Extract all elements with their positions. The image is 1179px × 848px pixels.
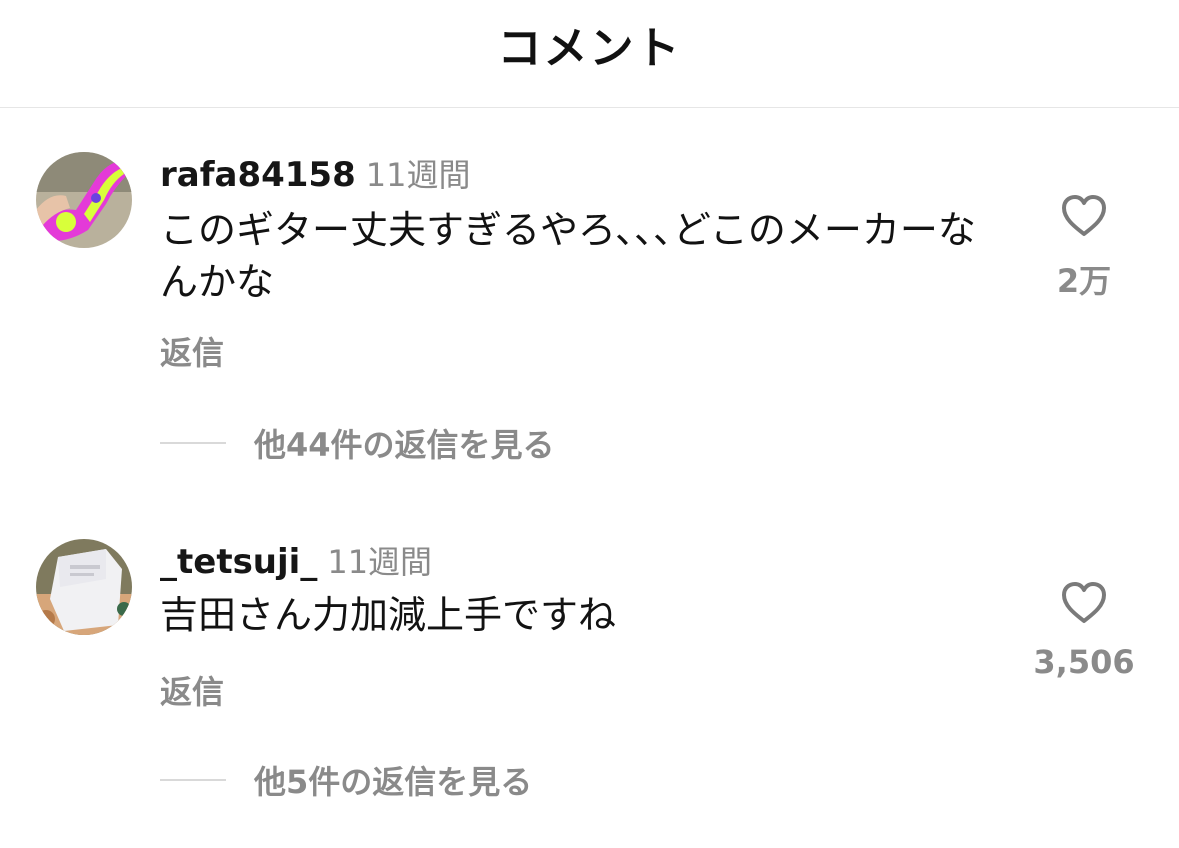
like-count: 2万 bbox=[1056, 262, 1112, 300]
comment-meta: _tetsuji_ 11週間 bbox=[160, 537, 432, 583]
view-more-replies-button[interactable]: 他44件の返信を見る bbox=[160, 420, 555, 466]
view-more-replies-button[interactable]: 他5件の返信を見る bbox=[160, 757, 532, 803]
comment-meta: rafa84158 11週間 bbox=[160, 150, 470, 196]
heart-outline-icon bbox=[1062, 195, 1106, 236]
heart-outline-icon bbox=[1062, 582, 1106, 623]
divider bbox=[160, 779, 226, 781]
page-title: コメント bbox=[497, 22, 682, 74]
timestamp: 11週間 bbox=[327, 543, 433, 581]
comment-text: このギター丈夫すぎるやろ､､､どこのメーカーなんかな bbox=[160, 208, 976, 304]
reply-button[interactable]: 返信 bbox=[160, 667, 224, 713]
comment-item: _tetsuji_ 11週間 吉田さん力加減上手ですね 返信 他5件の返信を見る … bbox=[0, 537, 1179, 837]
avatar[interactable] bbox=[36, 152, 132, 248]
view-more-replies-label: 他5件の返信を見る bbox=[254, 763, 533, 801]
username[interactable]: rafa84158 bbox=[160, 155, 356, 195]
reply-button[interactable]: 返信 bbox=[160, 328, 224, 374]
view-more-replies-label: 他44件の返信を見る bbox=[254, 426, 555, 464]
comment-item: rafa84158 11週間 このギター丈夫すぎるやろ､､､どこのメーカーなんかな… bbox=[0, 150, 1179, 490]
username[interactable]: _tetsuji_ bbox=[160, 542, 317, 582]
comment-text: 吉田さん力加減上手ですね bbox=[160, 593, 617, 637]
timestamp: 11週間 bbox=[365, 156, 471, 194]
avatar[interactable] bbox=[36, 539, 132, 635]
like-count: 3,506 bbox=[1033, 643, 1135, 681]
like-button[interactable]: 2万 bbox=[1029, 194, 1139, 302]
divider bbox=[160, 442, 226, 444]
like-button[interactable]: 3,506 bbox=[1029, 581, 1139, 681]
comments-header: コメント bbox=[0, 0, 1179, 108]
